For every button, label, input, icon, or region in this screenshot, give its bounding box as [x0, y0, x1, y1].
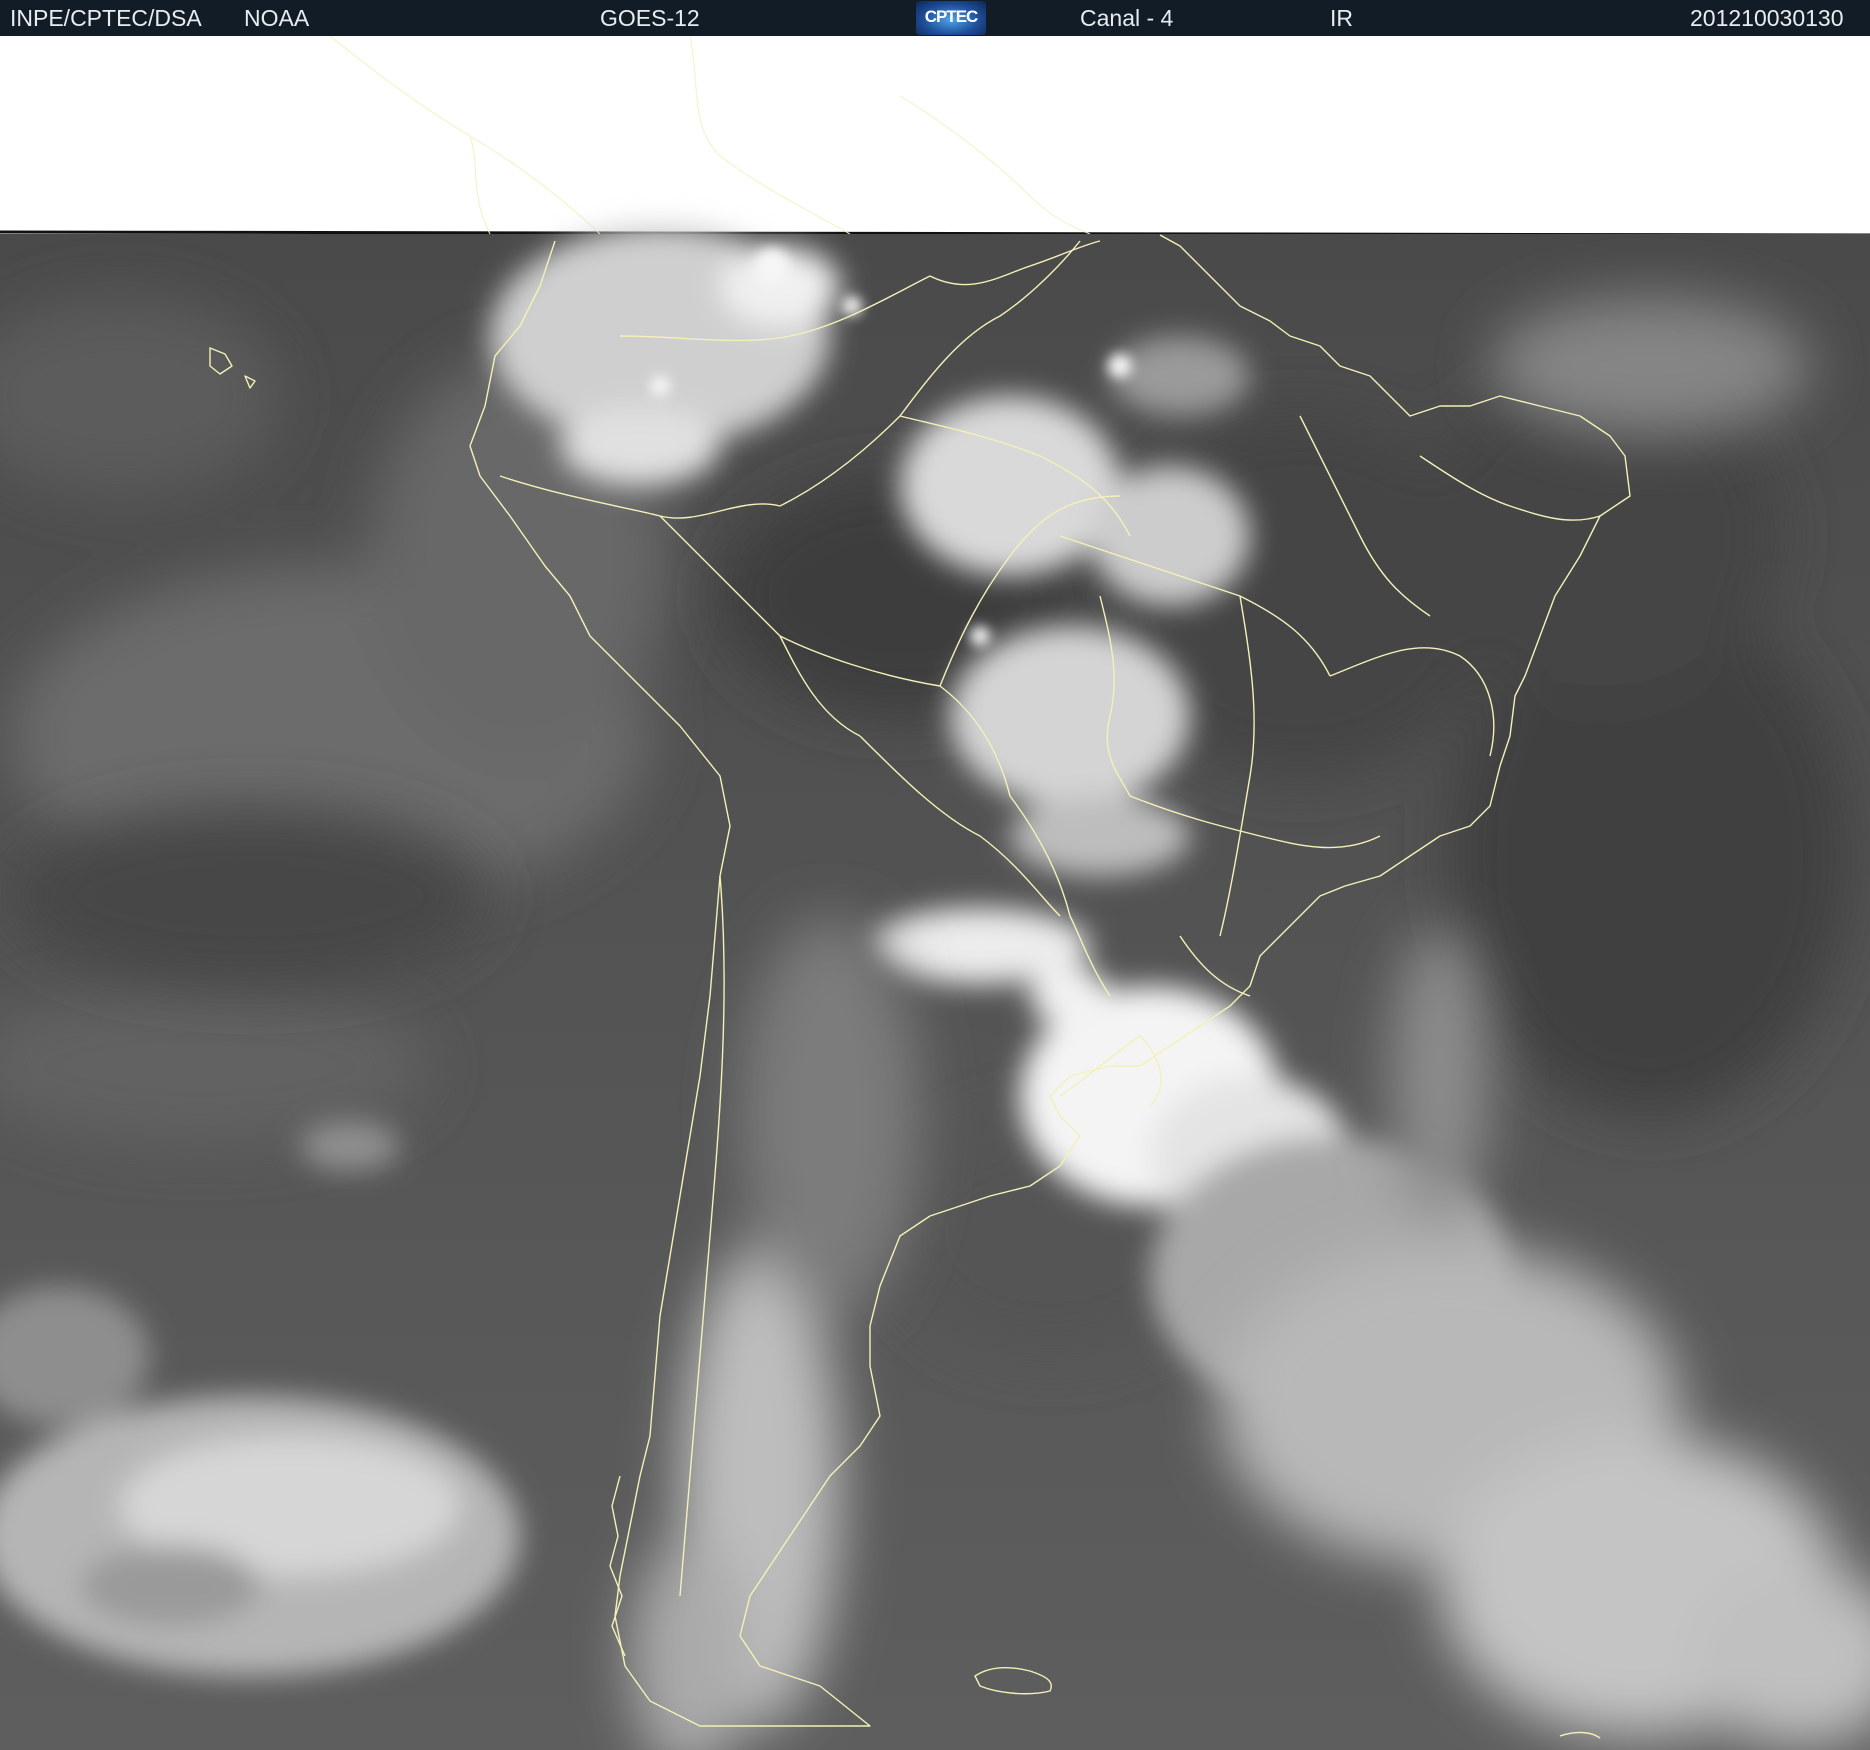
agency-label: INPE/CPTEC/DSA: [10, 5, 202, 31]
satellite-image: [0, 36, 1870, 1750]
source-label: NOAA: [244, 5, 310, 31]
logo-text: CPTEC: [924, 7, 979, 26]
no-data-band: [0, 36, 1870, 234]
ir-scene: [0, 226, 1870, 1750]
channel-label: Canal - 4: [1080, 5, 1174, 31]
satellite-label: GOES-12: [600, 5, 700, 31]
cptec-logo-icon: CPTEC: [916, 1, 986, 35]
band-label: IR: [1330, 5, 1353, 31]
image-header: INPE/CPTEC/DSA NOAA GOES-12 CPTEC Canal …: [0, 0, 1870, 36]
timestamp-label: 201210030130: [1690, 5, 1844, 31]
